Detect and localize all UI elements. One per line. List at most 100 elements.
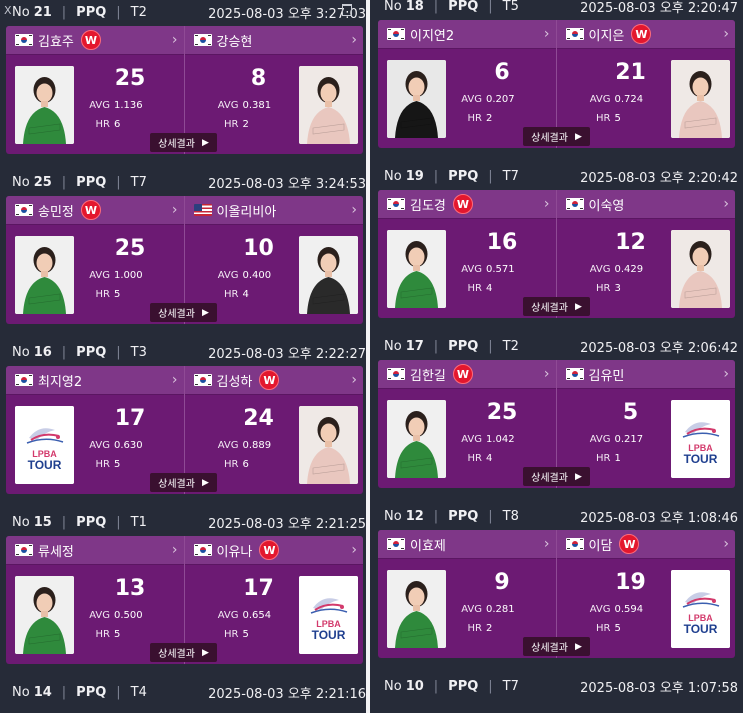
match-type: PPQ — [448, 0, 479, 14]
player-name-bar[interactable]: 이유나 W › — [184, 536, 363, 565]
chevron-right-icon[interactable]: › — [723, 26, 729, 42]
match-no-label: No — [12, 515, 30, 530]
player-name-bar[interactable]: 류세정 › — [6, 536, 184, 565]
hr-label: HR — [596, 453, 611, 464]
player-name-bar[interactable]: 김도경 W › — [378, 190, 556, 219]
table-number: T7 — [502, 169, 519, 184]
player-name-bar[interactable]: 이담 W › — [556, 530, 735, 559]
match-card[interactable]: 최지영2 › LPBA TOUR 17 AVG 0.630 HR 5 김성하 W › 24 AVG 0.88… — [6, 366, 363, 494]
hr-value: 5 — [114, 289, 121, 300]
match-header: No 19 | PPQ | T7 2025-08-03 오후 2:20:42 — [378, 163, 742, 190]
match-card[interactable]: 김한길 W › 25 AVG 1.042 HR 4 김유민 › LPBA TOUR 5 AVG 0.217 H… — [378, 360, 735, 488]
chevron-right-icon[interactable]: › — [544, 196, 550, 212]
player-photo-frame — [15, 236, 74, 314]
avg-label: AVG — [217, 100, 239, 111]
detail-results-button[interactable]: 상세결과 ▶ — [150, 473, 217, 492]
detail-results-button[interactable]: 상세결과 ▶ — [523, 297, 590, 316]
chevron-right-icon[interactable]: › — [544, 536, 550, 552]
match-card[interactable]: 이지연2 › 6 AVG 0.207 HR 2 이지은 W › 21 AVG 0.724 HR 5 상세결과 ▶ — [378, 20, 735, 148]
chevron-right-icon[interactable]: › — [351, 32, 357, 48]
avg-row: AVG 1.000 — [80, 270, 180, 281]
hr-value: 5 — [614, 623, 621, 634]
player-stats: 17 AVG 0.654 HR 5 — [209, 574, 309, 640]
winner-badge: W — [452, 194, 473, 214]
hr-value: 4 — [486, 283, 493, 294]
player-name: 김효주 — [38, 34, 74, 50]
separator: | — [61, 515, 67, 530]
player-name: 이효제 — [410, 538, 446, 554]
player-name-bar[interactable]: 김성하 W › — [184, 366, 363, 395]
player-stats: 10 AVG 0.400 HR 4 — [209, 234, 309, 300]
detail-results-button[interactable]: 상세결과 ▶ — [150, 643, 217, 662]
player-stats: 24 AVG 0.889 HR 6 — [209, 404, 309, 470]
match-header: No 14 | PPQ | T4 2025-08-03 오후 2:21:16 — [6, 679, 370, 706]
chevron-right-icon[interactable]: › — [544, 26, 550, 42]
player-name-bar[interactable]: 이효제 › — [378, 530, 556, 559]
separator: | — [116, 515, 121, 530]
match-card[interactable]: 이효제 › 9 AVG 0.281 HR 2 이담 W › LPBA TOUR 19 AVG 0.594 HR… — [378, 530, 735, 658]
lpba-tour-logo: LPBATOUR — [15, 406, 74, 484]
chevron-right-icon[interactable]: › — [172, 32, 178, 48]
chevron-right-icon[interactable]: › — [544, 366, 550, 382]
hr-label: HR — [467, 453, 482, 464]
chevron-right-icon[interactable]: › — [723, 536, 729, 552]
player-name-bar[interactable]: 이올리비아 › — [184, 196, 363, 225]
hr-value: 4 — [242, 289, 249, 300]
match-time: 2025-08-03 오후 2:22:27 — [208, 347, 366, 362]
match-results-page: X No 21 | PPQ | T2 2025-08-03 오후 3:27:03 김효주 W › 2… — [0, 0, 743, 713]
chevron-right-icon[interactable]: › — [351, 372, 357, 388]
match-type: PPQ — [76, 685, 107, 700]
player-score: 13 — [114, 576, 146, 601]
svg-text:TOUR: TOUR — [684, 622, 718, 636]
match-header: No 17 | PPQ | T2 2025-08-03 오후 2:06:42 — [378, 333, 742, 360]
chevron-right-icon[interactable]: › — [351, 202, 357, 218]
chevron-right-icon[interactable]: › — [723, 196, 729, 212]
avg-row: AVG 0.630 — [80, 440, 180, 451]
detail-results-button[interactable]: 상세결과 ▶ — [150, 133, 217, 152]
hr-row: HR 4 — [452, 283, 552, 294]
match-card[interactable]: 김도경 W › 16 AVG 0.571 HR 4 이숙영 › 12 AVG 0.429 HR 3 상세결과 ▶ — [378, 190, 735, 318]
match-number: 25 — [33, 175, 52, 190]
trash-icon[interactable] — [342, 4, 352, 16]
chevron-right-icon[interactable]: › — [351, 542, 357, 558]
detail-results-button[interactable]: 상세결과 ▶ — [150, 303, 217, 322]
player-photo-frame: LPBA TOUR — [15, 406, 74, 484]
detail-results-button[interactable]: 상세결과 ▶ — [523, 127, 590, 146]
player-score: 24 — [243, 406, 274, 431]
chevron-right-icon[interactable]: › — [723, 366, 729, 382]
detail-button-label: 상세결과 — [158, 309, 195, 320]
avg-label: AVG — [217, 440, 239, 451]
chevron-right-icon[interactable]: › — [172, 542, 178, 558]
avg-label: AVG — [461, 94, 482, 105]
player-name-bar[interactable]: 이숙영 › — [556, 190, 735, 219]
table-number: T5 — [502, 0, 519, 14]
avg-label: AVG — [589, 604, 611, 615]
player-name-bar[interactable]: 김유민 › — [556, 360, 735, 389]
chevron-right-icon[interactable]: › — [172, 202, 178, 218]
hr-row: HR 4 — [209, 289, 309, 300]
match-number: 17 — [405, 339, 424, 354]
player-name-bar[interactable]: 최지영2 › — [6, 366, 184, 395]
avg-value: 1.000 — [114, 270, 143, 281]
match-card[interactable]: 송민정 W › 25 AVG 1.000 HR 5 이올리비아 › 10 AVG 0.400 HR 4 상세결… — [6, 196, 363, 324]
player-name-bar[interactable]: 이지은 W › — [556, 20, 735, 49]
match-card[interactable]: 류세정 › 13 AVG 0.500 HR 5 이유나 W › LPBA TOUR 17 AVG 0.654… — [6, 536, 363, 664]
player-name-bar[interactable]: 김효주 W › — [6, 26, 184, 55]
player-name-bar[interactable]: 김한길 W › — [378, 360, 556, 389]
separator: | — [61, 345, 67, 360]
player-name-bar[interactable]: 이지연2 › — [378, 20, 556, 49]
chevron-right-icon[interactable]: › — [172, 372, 178, 388]
player-photo-frame — [387, 60, 446, 138]
match-card[interactable]: 김효주 W › 25 AVG 1.136 HR 6 강승현 › 8 AVG 0.381 HR 2 상세결과 ▶ — [6, 26, 363, 154]
player-stats: 5 AVG 0.217 HR 1 — [581, 398, 681, 464]
player-stats: 17 AVG 0.630 HR 5 — [80, 404, 180, 470]
detail-results-button[interactable]: 상세결과 ▶ — [523, 637, 590, 656]
player-name-bar[interactable]: 강승현 › — [184, 26, 363, 55]
korea-flag-icon — [15, 34, 33, 46]
player-name-bar[interactable]: 송민정 W › — [6, 196, 184, 225]
detail-results-button[interactable]: 상세결과 ▶ — [523, 467, 590, 486]
hr-value: 2 — [486, 113, 493, 124]
avg-value: 0.429 — [614, 264, 644, 275]
hr-row: HR 4 — [452, 453, 552, 464]
player-name: 이지연2 — [410, 28, 455, 44]
